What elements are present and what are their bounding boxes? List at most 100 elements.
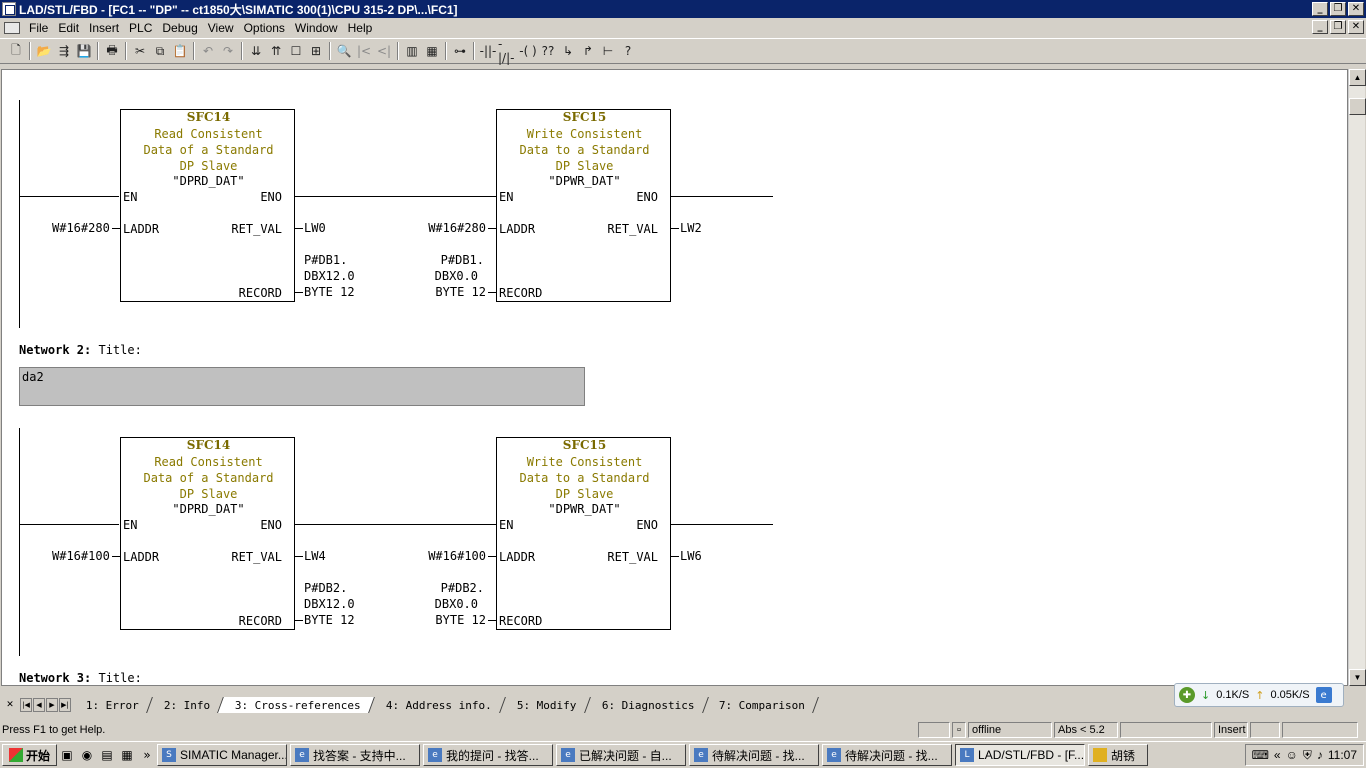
tab-diagnostics[interactable]: 6: Diagnostics xyxy=(584,697,709,713)
next-error-icon[interactable]: <| xyxy=(374,41,394,61)
record-value-line[interactable]: DBX12.0 xyxy=(304,597,355,611)
laddr-value[interactable]: W#16#100 xyxy=(52,549,110,563)
download-icon[interactable]: ⇊ xyxy=(246,41,266,61)
clock[interactable]: 11:07 xyxy=(1328,748,1357,762)
contact-nc-icon[interactable]: -|/|- xyxy=(498,37,518,65)
connection-icon[interactable]: ⊢ xyxy=(598,41,618,61)
paste-icon[interactable]: 📋 xyxy=(170,41,190,61)
taskbar-item-simatic-manager[interactable]: S SIMATIC Manager... xyxy=(157,744,288,766)
find-icon[interactable]: 🔍 xyxy=(334,41,354,61)
help-icon[interactable]: ? xyxy=(618,41,638,61)
menu-insert[interactable]: Insert xyxy=(84,21,124,35)
monitor-icon[interactable]: ⊞ xyxy=(306,41,326,61)
lad-view-icon[interactable]: ▥ xyxy=(402,41,422,61)
quicklaunch-icon[interactable]: ▦ xyxy=(117,745,137,765)
app-icon[interactable] xyxy=(2,2,16,16)
new-icon[interactable]: 🗋 xyxy=(6,41,26,61)
laddr-value[interactable]: W#16#280 xyxy=(402,221,486,235)
record-value-line[interactable]: BYTE 12 xyxy=(304,613,355,627)
network-header[interactable]: Network 2: Title: xyxy=(19,343,142,357)
menu-view[interactable]: View xyxy=(203,21,239,35)
fbd-view-icon[interactable]: ▦ xyxy=(422,41,442,61)
record-value-line[interactable]: DBX0.0 xyxy=(402,597,478,611)
menu-options[interactable]: Options xyxy=(239,21,290,35)
menu-plc[interactable]: PLC xyxy=(124,21,157,35)
qq-icon[interactable]: ☺ xyxy=(1286,748,1298,762)
taskbar-item-browser[interactable]: e 我的提问 - 找答... xyxy=(423,744,554,766)
undo-icon[interactable]: ↶ xyxy=(198,41,218,61)
laddr-value[interactable]: W#16#280 xyxy=(52,221,110,235)
close-icon[interactable]: ✕ xyxy=(4,699,16,711)
taskbar-item-browser[interactable]: e 待解决问题 - 找... xyxy=(689,744,820,766)
restore-button[interactable]: ❐ xyxy=(1330,2,1346,16)
taskbar-item-browser[interactable]: e 已解决问题 - 自... xyxy=(556,744,687,766)
scroll-thumb[interactable] xyxy=(1349,98,1366,115)
laddr-value[interactable]: W#16#100 xyxy=(402,549,486,563)
doc-restore-button[interactable]: ❐ xyxy=(1330,20,1346,34)
sfc14-block[interactable]: SFC14 Read Consistent Data of a Standard… xyxy=(120,437,295,630)
chevron-icon[interactable]: » xyxy=(137,745,157,765)
ladder-editor[interactable]: SFC14 Read Consistent Data of a Standard… xyxy=(1,69,1348,686)
quicklaunch-icon[interactable]: ◉ xyxy=(77,745,97,765)
save-icon[interactable]: 💾 xyxy=(74,41,94,61)
upload-icon[interactable]: ⇈ xyxy=(266,41,286,61)
record-value-line[interactable]: P#DB2. xyxy=(402,581,484,595)
keyboard-icon[interactable]: ⌨ xyxy=(1252,748,1269,762)
contact-no-icon[interactable]: -||- xyxy=(478,41,498,61)
scroll-up-arrow-icon[interactable]: ▲ xyxy=(1349,69,1366,86)
tab-address-info[interactable]: 4: Address info. xyxy=(369,697,507,713)
open-icon[interactable]: 📂 xyxy=(34,41,54,61)
record-value-line[interactable]: P#DB1. xyxy=(304,253,347,267)
ret-val-output[interactable]: LW6 xyxy=(680,549,702,563)
taskbar-item-browser[interactable]: e 待解决问题 - 找... xyxy=(822,744,953,766)
record-value-line[interactable]: BYTE 12 xyxy=(402,613,486,627)
document-icon[interactable] xyxy=(4,22,20,34)
record-value-line[interactable]: DBX12.0 xyxy=(304,269,355,283)
menu-file[interactable]: File xyxy=(24,21,53,35)
sfc15-block[interactable]: SFC15 Write Consistent Data to a Standar… xyxy=(496,437,671,630)
close-button[interactable]: ✕ xyxy=(1348,2,1364,16)
tray-expand-icon[interactable]: « xyxy=(1274,748,1281,762)
menu-window[interactable]: Window xyxy=(290,21,343,35)
ret-val-output[interactable]: LW4 xyxy=(304,549,326,563)
security-icon[interactable]: ⛨ xyxy=(1303,748,1312,763)
menu-debug[interactable]: Debug xyxy=(157,21,202,35)
ret-val-output[interactable]: LW0 xyxy=(304,221,326,235)
taskbar-item-lad-stl-fbd[interactable]: L LAD/STL/FBD - [F... xyxy=(955,744,1086,766)
taskbar-item-browser[interactable]: e 找答案 - 支持中... xyxy=(290,744,421,766)
quicklaunch-icon[interactable]: ▣ xyxy=(57,745,77,765)
tab-prev-icon[interactable]: ◀ xyxy=(33,698,45,712)
branch-close-icon[interactable]: ↱ xyxy=(578,41,598,61)
sfc15-block[interactable]: SFC15 Write Consistent Data to a Standar… xyxy=(496,109,671,302)
start-button[interactable]: 开始 xyxy=(2,744,58,766)
minimize-button[interactable]: _ xyxy=(1312,2,1328,16)
overview-icon[interactable]: ☐ xyxy=(286,41,306,61)
sfc14-block[interactable]: SFC14 Read Consistent Data of a Standard… xyxy=(120,109,295,302)
doc-minimize-button[interactable]: _ xyxy=(1312,20,1328,34)
record-value-line[interactable]: P#DB2. xyxy=(304,581,347,595)
scroll-down-arrow-icon[interactable]: ▼ xyxy=(1349,669,1366,686)
copy-icon[interactable]: ⧉ xyxy=(150,41,170,61)
new-network-icon[interactable]: ⊶ xyxy=(450,41,470,61)
record-value-line[interactable]: P#DB1. xyxy=(402,253,484,267)
tab-first-icon[interactable]: |◀ xyxy=(20,698,32,712)
menu-help[interactable]: Help xyxy=(343,21,378,35)
volume-icon[interactable]: ♪ xyxy=(1317,748,1323,762)
tab-cross-references[interactable]: 3: Cross-references xyxy=(218,697,376,713)
tab-error[interactable]: 1: Error xyxy=(69,697,153,713)
redo-icon[interactable]: ↷ xyxy=(218,41,238,61)
tab-info[interactable]: 2: Info xyxy=(147,697,225,713)
branch-open-icon[interactable]: ↳ xyxy=(558,41,578,61)
tab-modify[interactable]: 5: Modify xyxy=(500,697,591,713)
coil-icon[interactable]: -( ) xyxy=(518,41,538,61)
tab-next-icon[interactable]: ▶ xyxy=(46,698,58,712)
print-icon[interactable]: 🖶 xyxy=(102,41,122,61)
accessible-nodes-icon[interactable]: ⇶ xyxy=(54,41,74,61)
empty-box-icon[interactable]: ?? xyxy=(538,41,558,61)
network-header[interactable]: Network 3: Title: xyxy=(19,671,142,685)
doc-close-button[interactable]: ✕ xyxy=(1348,20,1364,34)
menu-edit[interactable]: Edit xyxy=(53,21,84,35)
quicklaunch-icon[interactable]: ▤ xyxy=(97,745,117,765)
taskbar-item-folder[interactable]: 胡锈 xyxy=(1088,744,1149,766)
record-value-line[interactable]: BYTE 12 xyxy=(402,285,486,299)
